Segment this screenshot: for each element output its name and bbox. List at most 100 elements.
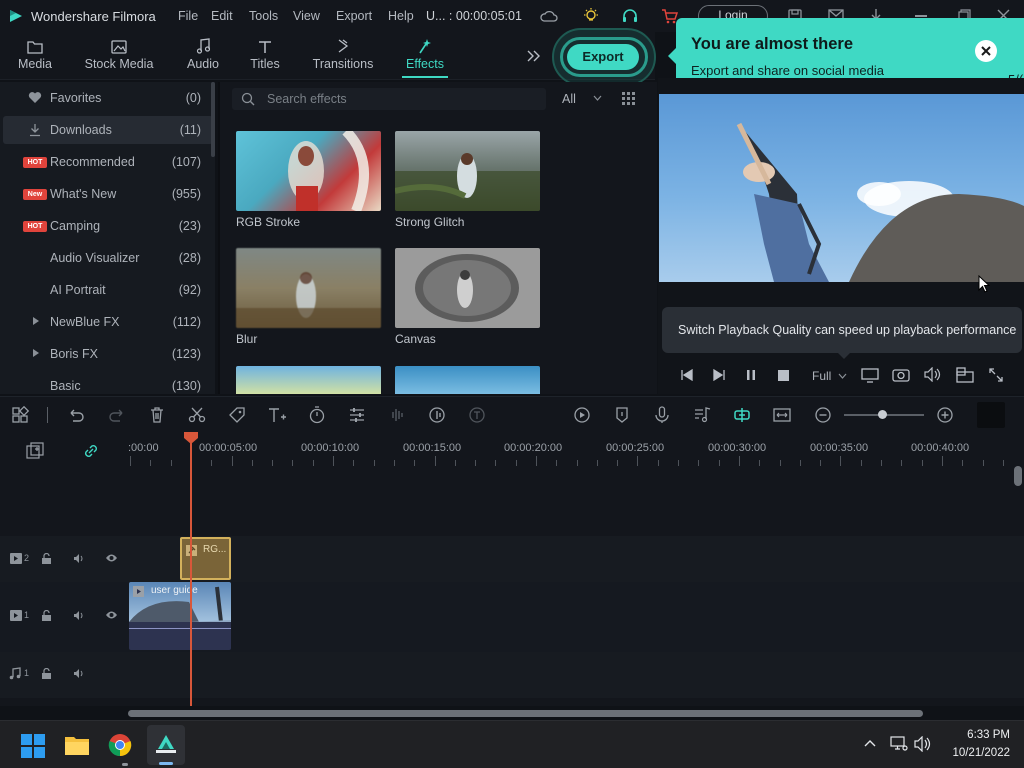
- fit-timeline-icon[interactable]: [772, 405, 792, 425]
- chevron-down-icon[interactable]: [838, 373, 847, 379]
- zoom-in-icon[interactable]: [935, 405, 955, 425]
- export-button[interactable]: Export: [567, 44, 639, 70]
- panel-toggle-button[interactable]: [977, 402, 1005, 428]
- tab-media[interactable]: Media: [12, 32, 58, 80]
- effect-thumb-partial[interactable]: [395, 366, 540, 394]
- chevron-down-icon[interactable]: [593, 95, 602, 101]
- undo-icon[interactable]: [66, 405, 86, 425]
- clock-date[interactable]: 10/21/2022: [940, 747, 1010, 759]
- text-to-speech-icon[interactable]: [467, 405, 487, 425]
- sidebar-item-boris-fx[interactable]: Boris FX (123): [3, 340, 213, 368]
- horizontal-scrollbar[interactable]: [128, 710, 923, 717]
- lock-icon[interactable]: [41, 553, 52, 565]
- step-back-icon[interactable]: [680, 369, 694, 381]
- sidebar-item-camping[interactable]: HOT Camping (23): [3, 212, 213, 240]
- speaker-icon[interactable]: [73, 668, 85, 679]
- double-chevron-right-icon[interactable]: [527, 50, 541, 62]
- menu-export[interactable]: Export: [336, 9, 372, 23]
- add-track-icon[interactable]: [26, 442, 44, 460]
- snap-magnet-icon[interactable]: [732, 405, 752, 425]
- effect-thumb-canvas[interactable]: [395, 248, 540, 328]
- menu-edit[interactable]: Edit: [211, 9, 233, 23]
- filter-dropdown[interactable]: All: [562, 92, 576, 106]
- effect-thumb-partial[interactable]: [236, 366, 381, 394]
- cloud-icon[interactable]: [540, 9, 558, 23]
- sidebar-item-audio-visualizer[interactable]: Audio Visualizer (28): [3, 244, 213, 272]
- stop-icon[interactable]: [778, 370, 789, 381]
- volume-icon[interactable]: [924, 367, 942, 382]
- menu-file[interactable]: File: [178, 9, 198, 23]
- sidebar-item-downloads[interactable]: Downloads (11): [3, 116, 213, 144]
- zoom-slider-handle[interactable]: [878, 410, 887, 419]
- sidebar-item-basic[interactable]: Basic (130): [3, 372, 213, 394]
- volume-icon[interactable]: [914, 736, 932, 752]
- sidebar-item-favorites[interactable]: Favorites (0): [3, 84, 213, 112]
- effect-clip[interactable]: RG...: [180, 537, 231, 580]
- zoom-out-icon[interactable]: [813, 405, 833, 425]
- pause-icon[interactable]: [746, 369, 756, 381]
- tag-icon[interactable]: [227, 405, 247, 425]
- effect-thumb-strong-glitch[interactable]: [395, 131, 540, 211]
- tip-close-button[interactable]: [975, 40, 997, 62]
- sidebar-item-recommended[interactable]: HOT Recommended (107): [3, 148, 213, 176]
- sidebar-item-ai-portrait[interactable]: AI Portrait (92): [3, 276, 213, 304]
- vertical-scrollbar[interactable]: [1014, 466, 1022, 486]
- clock-time[interactable]: 6:33 PM: [950, 729, 1010, 741]
- delete-trash-icon[interactable]: [147, 405, 167, 425]
- tab-transitions[interactable]: Transitions: [310, 32, 376, 80]
- chrome-icon[interactable]: [108, 733, 132, 757]
- pip-icon[interactable]: [956, 367, 974, 383]
- microphone-icon[interactable]: [652, 405, 672, 425]
- effect-thumb-rgb-stroke[interactable]: [236, 131, 381, 211]
- marker-shield-icon[interactable]: [612, 405, 632, 425]
- tab-titles[interactable]: Titles: [242, 32, 288, 80]
- layout-grid-icon[interactable]: [10, 405, 30, 425]
- eye-icon[interactable]: [105, 553, 118, 563]
- link-icon[interactable]: [82, 442, 100, 460]
- windows-start-icon[interactable]: [21, 734, 45, 758]
- expand-arrow-icon[interactable]: [33, 317, 39, 325]
- menu-tools[interactable]: Tools: [249, 9, 278, 23]
- play-icon[interactable]: [712, 369, 726, 381]
- sidebar-scrollbar[interactable]: [211, 82, 215, 157]
- sidebar-item-newblue-fx[interactable]: NewBlue FX (112): [3, 308, 213, 336]
- tab-effects[interactable]: Effects: [398, 32, 452, 80]
- render-preview-icon[interactable]: [572, 405, 592, 425]
- search-input[interactable]: Search effects: [267, 92, 347, 106]
- music-list-icon[interactable]: [692, 405, 712, 425]
- lock-icon[interactable]: [41, 668, 52, 680]
- audio-waveform-icon[interactable]: [387, 405, 407, 425]
- adjust-sliders-icon[interactable]: [347, 405, 367, 425]
- redo-icon[interactable]: [107, 405, 127, 425]
- playhead[interactable]: [190, 432, 192, 706]
- eye-icon[interactable]: [105, 610, 118, 620]
- playhead-handle[interactable]: [184, 432, 198, 444]
- grid-view-icon[interactable]: [622, 92, 636, 106]
- tab-audio[interactable]: Audio: [180, 32, 226, 80]
- chevron-up-icon[interactable]: [864, 739, 876, 747]
- lock-icon[interactable]: [41, 610, 52, 622]
- video-clip[interactable]: user guide: [129, 582, 231, 650]
- expand-arrow-icon[interactable]: [33, 349, 39, 357]
- audio-mix-icon[interactable]: [427, 405, 447, 425]
- sidebar-item-what-s-new[interactable]: New What's New (955): [3, 180, 213, 208]
- minimize-icon[interactable]: [915, 15, 927, 17]
- speaker-icon[interactable]: [73, 610, 85, 621]
- speed-timer-icon[interactable]: [307, 405, 327, 425]
- filmora-taskbar-button[interactable]: [147, 725, 185, 765]
- preview-video-frame[interactable]: [659, 94, 1024, 282]
- tab-stock-media[interactable]: Stock Media: [80, 32, 158, 80]
- support-headset-icon[interactable]: [621, 8, 639, 24]
- quality-dropdown[interactable]: Full: [812, 369, 831, 383]
- fullscreen-icon[interactable]: [989, 368, 1003, 382]
- speaker-icon[interactable]: [73, 553, 85, 564]
- lightbulb-icon[interactable]: [582, 7, 600, 25]
- file-explorer-icon[interactable]: [64, 734, 90, 756]
- search-input-wrapper[interactable]: Search effects: [232, 88, 546, 110]
- effect-thumb-blur[interactable]: [236, 248, 381, 328]
- display-icon[interactable]: [861, 367, 879, 383]
- menu-help[interactable]: Help: [388, 9, 414, 23]
- add-text-icon[interactable]: [267, 405, 287, 425]
- scissors-icon[interactable]: [187, 405, 207, 425]
- network-icon[interactable]: [890, 736, 908, 752]
